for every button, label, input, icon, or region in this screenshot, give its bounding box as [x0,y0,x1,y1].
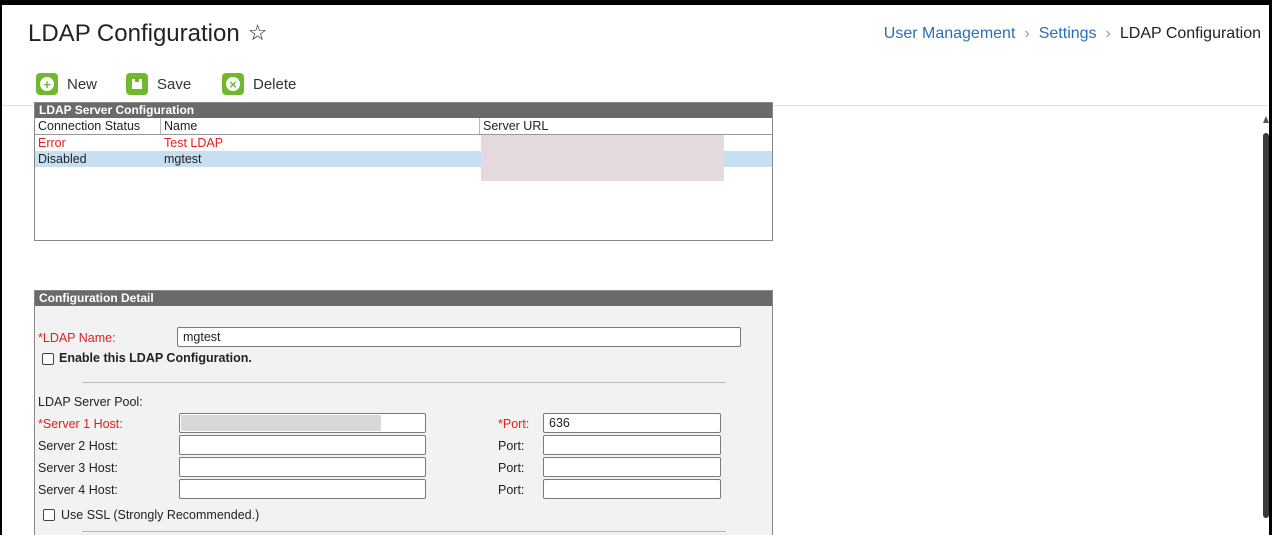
server4-port-input[interactable] [543,479,721,499]
ldap-name-label: *LDAP Name: [38,331,116,345]
page-title-text: LDAP Configuration [28,20,240,47]
row-status: Error [38,136,66,150]
server2-host-input[interactable] [179,435,426,455]
use-ssl-checkbox[interactable] [43,509,55,521]
server-panel-title: LDAP Server Configuration [35,103,772,118]
breadcrumb-current: LDAP Configuration [1119,25,1261,42]
config-detail-panel: Configuration Detail *LDAP Name: mgtest … [34,290,773,535]
divider [82,382,726,383]
column-server-url[interactable]: Server URL [480,118,772,134]
delete-x-icon: × [222,73,244,95]
row-name: mgtest [164,152,202,166]
save-disk-icon [126,73,148,95]
row-name: Test LDAP [164,136,224,150]
new-button[interactable]: + New [36,72,97,96]
server2-port-input[interactable] [543,435,721,455]
divider [82,531,726,532]
save-button[interactable]: Save [126,72,191,96]
scrollbar-thumb[interactable] [1263,133,1269,518]
server3-port-label: Port: [498,461,525,475]
server-pool-label: LDAP Server Pool: [38,395,143,409]
page-title: LDAP Configuration ☆ [28,20,267,48]
ldap-name-input[interactable]: mgtest [177,327,741,347]
server4-host-label: Server 4 Host: [38,483,118,497]
toolbar: + New Save × Delete [2,63,1269,106]
chevron-right-icon: › [1024,25,1030,42]
detail-panel-title: Configuration Detail [35,291,772,306]
server1-port-input[interactable]: 636 [543,413,721,433]
server1-host-input[interactable] [179,413,426,433]
use-ssl-label: Use SSL (Strongly Recommended.) [61,508,260,522]
server-config-panel: LDAP Server Configuration Connection Sta… [34,102,773,241]
column-name[interactable]: Name [161,118,480,134]
server4-port-label: Port: [498,483,525,497]
plus-icon: + [36,73,58,95]
scroll-up-arrow-icon[interactable] [1263,116,1269,123]
server3-host-input[interactable] [179,457,426,477]
server3-port-input[interactable] [543,457,721,477]
server1-port-label: *Port: [498,417,530,431]
delete-button-label: Delete [253,75,297,93]
page-header: LDAP Configuration ☆ User Management › Sett… [2,5,1269,63]
server4-host-input[interactable] [179,479,426,499]
favorite-star-icon[interactable]: ☆ [248,20,268,46]
redacted-server-url [481,135,724,181]
chevron-right-icon: › [1105,25,1111,42]
server2-port-label: Port: [498,439,525,453]
server1-host-label: *Server 1 Host: [38,417,123,431]
server3-host-label: Server 3 Host: [38,461,118,475]
enable-ldap-label: Enable this LDAP Configuration. [59,351,252,365]
breadcrumb-user-management[interactable]: User Management [884,25,1016,42]
breadcrumb-settings[interactable]: Settings [1039,25,1097,42]
column-connection-status[interactable]: Connection Status [35,118,161,134]
save-button-label: Save [157,75,192,93]
server2-host-label: Server 2 Host: [38,439,118,453]
window-frame: LDAP Configuration ☆ User Management › Sett… [0,0,1272,535]
server-grid-header: Connection Status Name Server URL [35,118,772,135]
redacted-host-value [181,415,381,431]
enable-ldap-checkbox[interactable] [42,353,54,365]
new-button-label: New [67,75,98,93]
breadcrumb: User Management › Settings › LDAP Configurat… [884,25,1261,43]
row-status: Disabled [38,152,87,166]
delete-button[interactable]: × Delete [222,72,296,96]
